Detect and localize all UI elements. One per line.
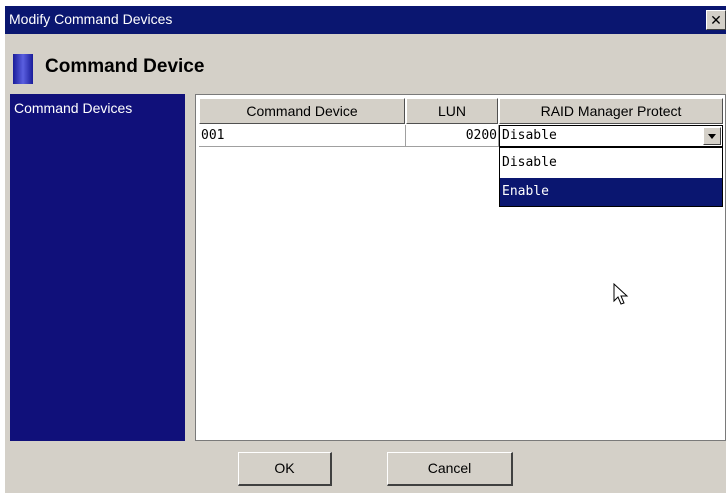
column-header-raid-manager-protect[interactable]: RAID Manager Protect <box>499 98 723 124</box>
section-title: Command Device <box>45 56 205 77</box>
header-bar-icon <box>13 54 33 84</box>
select-current-value: Disable <box>502 128 557 143</box>
mouse-pointer-icon <box>613 283 629 305</box>
dropdown-arrow-icon[interactable] <box>703 127 721 145</box>
option-disable[interactable]: Disable <box>500 149 722 177</box>
modify-command-devices-dialog: Modify Command Devices ✕ Command Device … <box>5 6 726 493</box>
cell-lun[interactable]: 0200 <box>406 125 499 147</box>
command-devices-label: Command Devices <box>14 100 133 116</box>
dropdown-list: Disable Enable <box>499 147 723 207</box>
window-title: Modify Command Devices <box>9 11 173 27</box>
command-device-table: Command Device LUN RAID Manager Protect … <box>195 94 726 441</box>
command-devices-panel: Command Devices <box>10 94 185 441</box>
close-icon: ✕ <box>710 13 722 29</box>
option-enable[interactable]: Enable <box>500 178 722 206</box>
cancel-button[interactable]: Cancel <box>387 452 513 486</box>
column-header-command-device[interactable]: Command Device <box>199 98 405 124</box>
section-header: Command Device <box>5 34 726 90</box>
cell-command-device[interactable]: 001 <box>199 125 406 147</box>
column-header-lun[interactable]: LUN <box>406 98 498 124</box>
title-bar: Modify Command Devices ✕ <box>5 6 726 34</box>
ok-button[interactable]: OK <box>238 452 332 486</box>
close-button[interactable]: ✕ <box>706 10 726 30</box>
raid-manager-protect-select[interactable]: Disable <box>499 125 723 147</box>
